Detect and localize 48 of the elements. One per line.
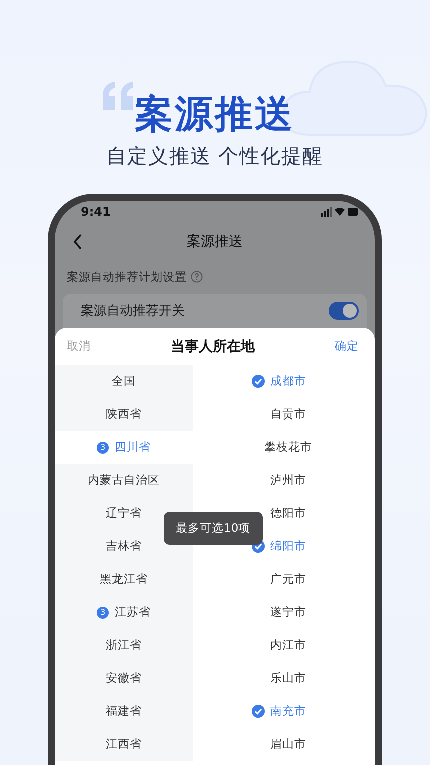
province-name: 黑龙江省: [100, 572, 148, 587]
count-badge: 3: [97, 442, 109, 454]
province-item[interactable]: 内蒙古自治区: [55, 464, 193, 497]
toggle-switch[interactable]: [329, 302, 359, 320]
city-item[interactable]: 内江市: [193, 629, 375, 662]
province-item[interactable]: 3 四川省: [55, 431, 193, 464]
check-icon: [252, 375, 264, 388]
province-name: 全国: [112, 374, 136, 389]
city-item[interactable]: 泸州市: [193, 464, 375, 497]
province-name: 内蒙古自治区: [88, 473, 160, 488]
city-item[interactable]: 乐山市: [193, 662, 375, 695]
city-item[interactable]: 遂宁市: [193, 596, 375, 629]
hero-title: 案源推送: [134, 92, 295, 136]
count-badge: 3: [97, 606, 109, 618]
nav-title: 案源推送: [187, 232, 243, 250]
hero-subtitle: 自定义推送 个性化提醒: [106, 144, 324, 168]
province-item[interactable]: 福建省: [55, 695, 193, 728]
province-name: 安徽省: [106, 671, 142, 686]
city-item[interactable]: 自贡市: [193, 398, 375, 431]
city-item[interactable]: 眉山市: [193, 728, 375, 761]
section-label: 案源自动推荐计划设置: [67, 270, 187, 284]
province-name: 陕西省: [106, 407, 142, 422]
province-name: 四川省: [115, 440, 151, 455]
help-icon[interactable]: [191, 271, 203, 283]
status-icons: [321, 207, 359, 217]
province-item[interactable]: 江西省: [55, 728, 193, 761]
limit-toast: 最多可选10项: [164, 512, 263, 545]
province-name: 浙江省: [106, 638, 142, 653]
province-name: 江苏省: [115, 605, 151, 620]
province-item[interactable]: 黑龙江省: [55, 563, 193, 596]
check-icon: [252, 705, 264, 718]
confirm-button[interactable]: 确定: [329, 335, 365, 358]
province-item[interactable]: 浙江省: [55, 629, 193, 662]
city-item[interactable]: 攀枝花市: [193, 431, 375, 464]
switch-label: 案源自动推荐开关: [81, 303, 185, 320]
province-name: 福建省: [106, 704, 142, 719]
province-name: 吉林省: [106, 539, 142, 554]
back-icon[interactable]: [73, 234, 83, 250]
province-item[interactable]: 全国: [55, 365, 193, 398]
province-item[interactable]: 安徽省: [55, 662, 193, 695]
province-name: 江西省: [106, 737, 142, 752]
status-time: 9:41: [81, 205, 111, 219]
city-item[interactable]: 南充市: [193, 695, 375, 728]
city-item[interactable]: 成都市: [193, 365, 375, 398]
city-item[interactable]: 广元市: [193, 563, 375, 596]
sheet-title: 当事人所在地: [171, 338, 255, 356]
province-item[interactable]: 3 江苏省: [55, 596, 193, 629]
province-item[interactable]: 陕西省: [55, 398, 193, 431]
